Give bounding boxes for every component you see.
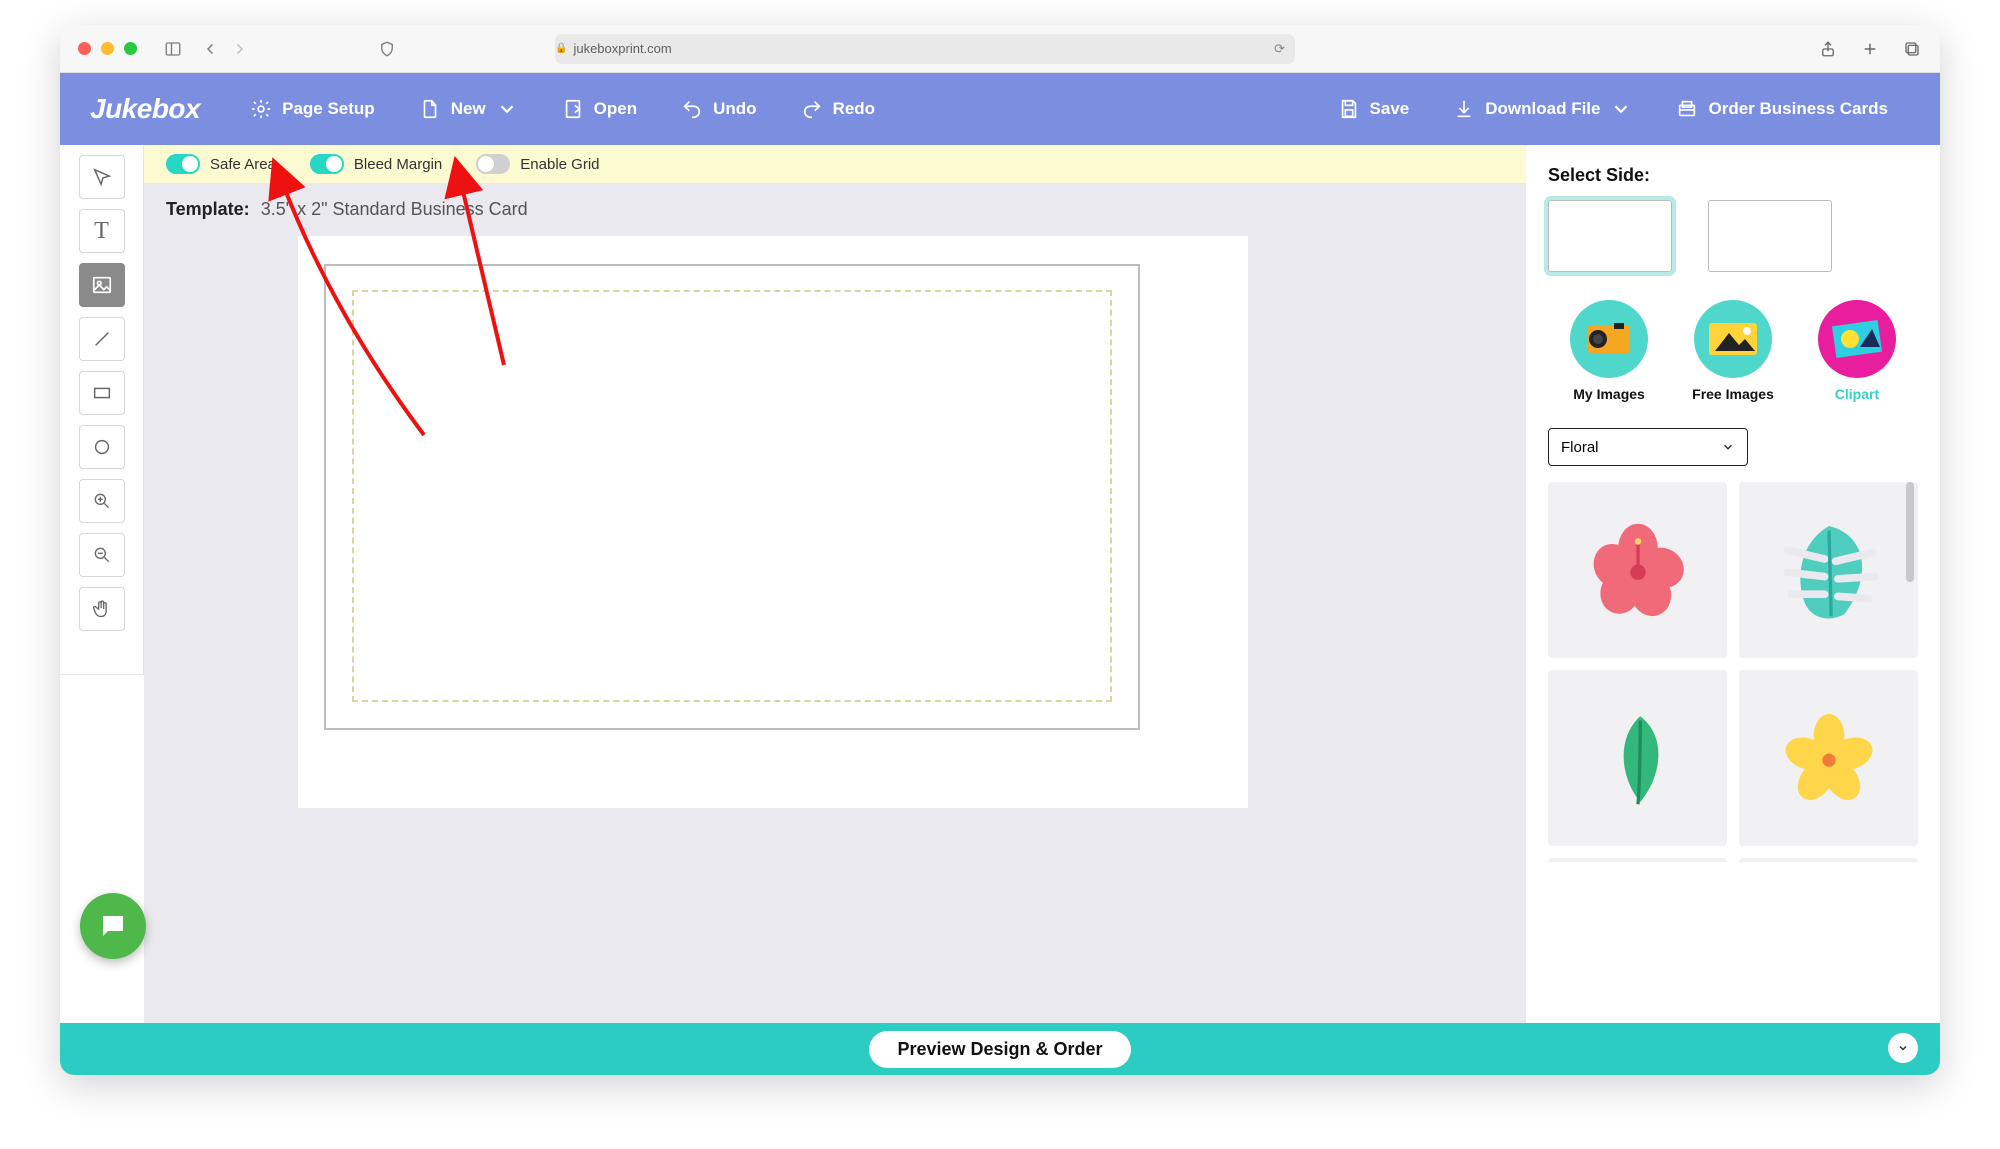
side-front-thumb[interactable] xyxy=(1548,200,1672,272)
reload-icon[interactable]: ⟳ xyxy=(1274,41,1285,57)
page-setup-button[interactable]: Page Setup xyxy=(228,87,397,131)
clipart-item[interactable] xyxy=(1548,858,1727,862)
template-prefix: Template: xyxy=(166,199,250,219)
app-toolbar: Jukebox Page Setup New Open Undo Redo Sa… xyxy=(60,73,1940,145)
tool-select[interactable] xyxy=(79,155,125,199)
app-body: T Safe Area Bleed Margin xyxy=(60,145,1940,1023)
app-logo: Jukebox xyxy=(90,93,200,125)
select-side-heading: Select Side: xyxy=(1548,165,1918,186)
clipart-item[interactable] xyxy=(1739,482,1918,658)
lock-icon: 🔒 xyxy=(555,43,567,54)
clipart-grid xyxy=(1548,482,1918,862)
right-panel: Select Side: My Images Free Images xyxy=(1526,145,1940,1023)
bottom-bar: Preview Design & Order xyxy=(60,1023,1940,1075)
share-icon[interactable] xyxy=(1818,39,1838,59)
clipart-item[interactable] xyxy=(1548,670,1727,846)
tool-pan[interactable] xyxy=(79,587,125,631)
tool-image[interactable] xyxy=(79,263,125,307)
preview-order-label: Preview Design & Order xyxy=(897,1039,1102,1059)
redo-button[interactable]: Redo xyxy=(779,87,898,131)
tool-ellipse[interactable] xyxy=(79,425,125,469)
grid-label: Enable Grid xyxy=(520,156,599,173)
tool-rectangle[interactable] xyxy=(79,371,125,415)
clipart-item[interactable] xyxy=(1739,670,1918,846)
tab-clipart[interactable]: Clipart xyxy=(1818,300,1896,402)
close-window-button[interactable] xyxy=(78,42,91,55)
toggle-safe-area[interactable] xyxy=(166,154,200,174)
template-name: 3.5" x 2" Standard Business Card xyxy=(261,199,528,219)
collapse-bottom-bar-button[interactable] xyxy=(1888,1033,1918,1063)
order-label: Order Business Cards xyxy=(1708,99,1888,119)
new-label: New xyxy=(451,99,486,119)
window-controls xyxy=(78,42,137,55)
browser-window: 🔒 jukeboxprint.com ⟳ Jukebox Page Setup … xyxy=(60,25,1940,1075)
preview-order-button[interactable]: Preview Design & Order xyxy=(869,1031,1130,1068)
save-button[interactable]: Save xyxy=(1316,87,1432,131)
tool-zoom-out[interactable] xyxy=(79,533,125,577)
browser-chrome: 🔒 jukeboxprint.com ⟳ xyxy=(60,25,1940,73)
toggle-enable-grid[interactable] xyxy=(476,154,510,174)
redo-label: Redo xyxy=(833,99,876,119)
toggle-bleed-margin[interactable] xyxy=(310,154,344,174)
support-chat-button[interactable] xyxy=(80,893,146,959)
safe-area-rectangle xyxy=(352,290,1112,702)
save-label: Save xyxy=(1370,99,1410,119)
nav-forward-button[interactable] xyxy=(229,39,249,59)
tool-zoom-in[interactable] xyxy=(79,479,125,523)
new-tab-icon[interactable] xyxy=(1860,39,1880,59)
new-button[interactable]: New xyxy=(397,87,540,131)
shield-icon[interactable] xyxy=(377,39,397,59)
sidebar-toggle-icon[interactable] xyxy=(163,39,183,59)
clipart-item[interactable] xyxy=(1548,482,1727,658)
tool-line[interactable] xyxy=(79,317,125,361)
template-info: Template: 3.5" x 2" Standard Business Ca… xyxy=(144,183,1526,236)
download-label: Download File xyxy=(1485,99,1600,119)
minimize-window-button[interactable] xyxy=(101,42,114,55)
maximize-window-button[interactable] xyxy=(124,42,137,55)
tab-clipart-label: Clipart xyxy=(1835,386,1879,402)
undo-label: Undo xyxy=(713,99,756,119)
clipart-category-value: Floral xyxy=(1561,439,1599,456)
order-button[interactable]: Order Business Cards xyxy=(1654,87,1910,131)
tab-my-images-label: My Images xyxy=(1573,386,1645,402)
clipart-category-select[interactable]: Floral xyxy=(1548,428,1748,466)
tab-free-images-label: Free Images xyxy=(1692,386,1774,402)
page-setup-label: Page Setup xyxy=(282,99,375,119)
card-stage[interactable] xyxy=(298,236,1248,808)
tool-text[interactable]: T xyxy=(79,209,125,253)
nav-back-button[interactable] xyxy=(201,39,221,59)
chevron-down-icon xyxy=(496,98,518,120)
bleed-label: Bleed Margin xyxy=(354,156,442,173)
chevron-down-icon xyxy=(1610,98,1632,120)
address-bar[interactable]: 🔒 jukeboxprint.com ⟳ xyxy=(555,34,1295,64)
open-button[interactable]: Open xyxy=(540,87,659,131)
clipart-item[interactable] xyxy=(1739,858,1918,862)
open-label: Open xyxy=(594,99,637,119)
scrollbar-thumb[interactable] xyxy=(1906,482,1914,582)
url-text: jukeboxprint.com xyxy=(573,41,671,56)
left-toolbar: T xyxy=(60,145,144,675)
view-options-strip: Safe Area Bleed Margin Enable Grid xyxy=(144,145,1526,183)
canvas-area: Safe Area Bleed Margin Enable Grid Templ… xyxy=(144,145,1526,1023)
tab-free-images[interactable]: Free Images xyxy=(1692,300,1774,402)
undo-button[interactable]: Undo xyxy=(659,87,778,131)
download-button[interactable]: Download File xyxy=(1431,87,1654,131)
safe-area-label: Safe Area xyxy=(210,156,276,173)
side-back-thumb[interactable] xyxy=(1708,200,1832,272)
tabs-overview-icon[interactable] xyxy=(1902,39,1922,59)
chevron-down-icon xyxy=(1721,440,1735,454)
tab-my-images[interactable]: My Images xyxy=(1570,300,1648,402)
